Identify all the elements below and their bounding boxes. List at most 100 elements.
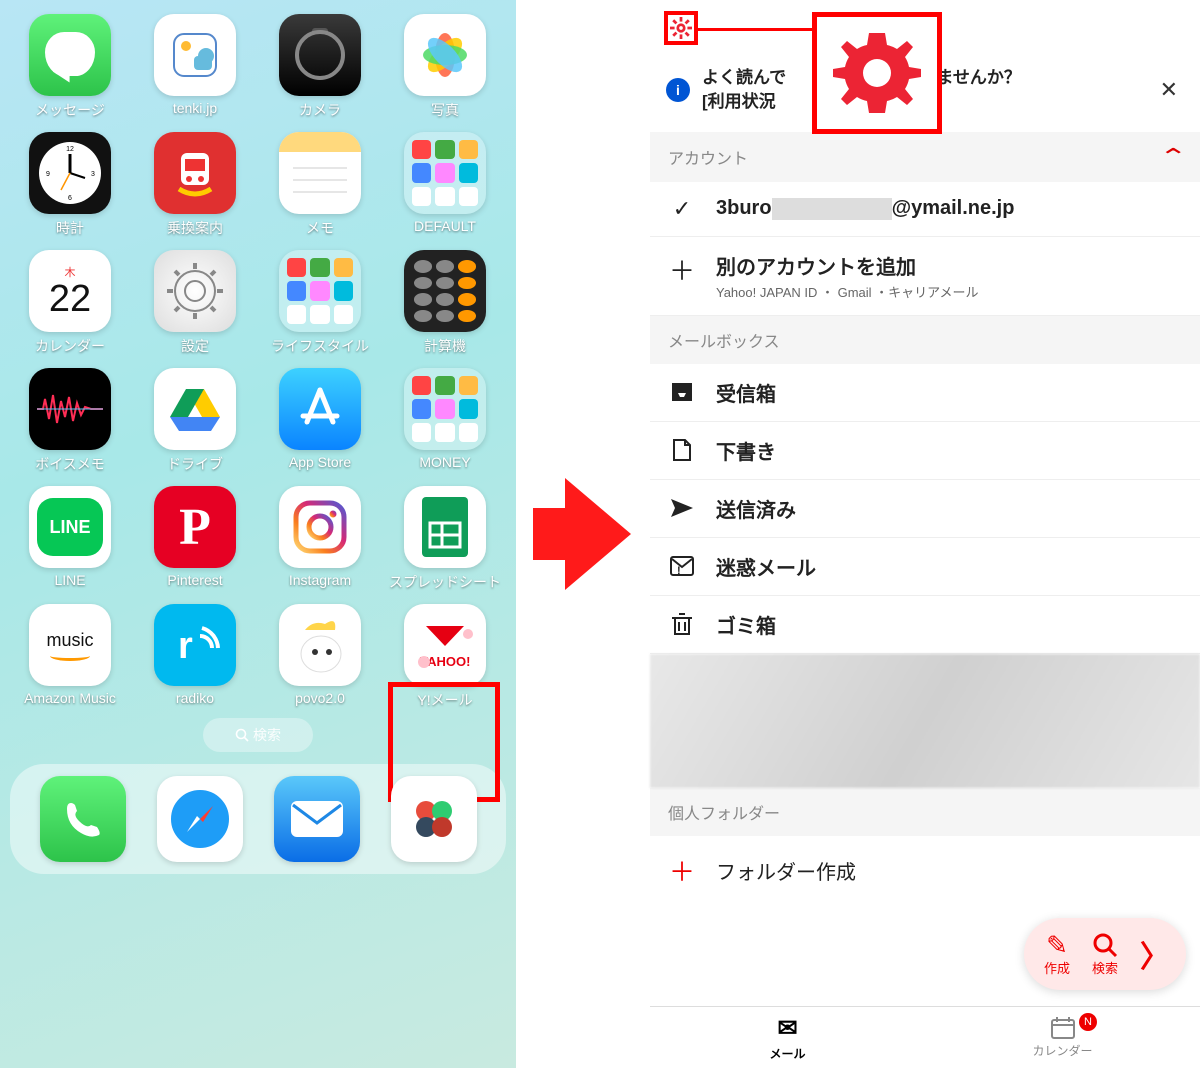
tab-calendar[interactable]: カレンダー N (925, 1007, 1200, 1068)
app-grid: メッセージ tenki.jp カメラ 写真 12369時計 乗換案内 メモ DE… (0, 10, 516, 710)
drafts-row[interactable]: 下書き (650, 422, 1200, 480)
svg-text:!: ! (677, 565, 681, 576)
app-label: Instagram (289, 572, 351, 588)
fab-chevron[interactable]: 〉 (1140, 932, 1170, 976)
app-label: radiko (176, 690, 214, 706)
sent-row[interactable]: 送信済み (650, 480, 1200, 538)
app-povo[interactable]: povo2.0 (258, 604, 382, 710)
search-label: 検索 (253, 725, 281, 745)
line-logo-text: LINE (37, 498, 103, 556)
app-camera[interactable]: カメラ (258, 14, 382, 120)
chevron-up-icon: ⌃ (1158, 144, 1188, 170)
instagram-icon (279, 486, 361, 568)
radiko-icon: r (154, 604, 236, 686)
amazon-music-icon: music (29, 604, 111, 686)
notification-badge: N (1079, 1013, 1097, 1031)
app-sheets[interactable]: スプレッドシート (383, 486, 507, 592)
pinterest-icon: P (154, 486, 236, 568)
redacted-box (772, 198, 892, 220)
app-label: カレンダー (35, 336, 105, 356)
add-account-row[interactable]: ＋ 別のアカウントを追加 Yahoo! JAPAN ID ・ Gmail ・キャ… (650, 237, 1200, 316)
train-icon (154, 132, 236, 214)
appstore-icon (279, 368, 361, 450)
tab-mail[interactable]: ✉ メール (650, 1007, 925, 1068)
phone-icon (59, 795, 107, 843)
app-label: tenki.jp (173, 100, 217, 116)
arrow-right-icon (565, 478, 631, 590)
trash-row[interactable]: ゴミ箱 (650, 596, 1200, 654)
app-appstore[interactable]: App Store (258, 368, 382, 474)
floating-action-bar: ✎ 作成 検索 〉 (1024, 918, 1186, 990)
app-calculator[interactable]: 計算機 (383, 250, 507, 356)
line-icon: LINE (29, 486, 111, 568)
dock-mail[interactable] (274, 776, 360, 862)
section-title: アカウント (668, 145, 748, 169)
calendar-day: 22 (49, 280, 91, 318)
home-search[interactable]: 検索 (203, 718, 313, 752)
app-amazon-music[interactable]: musicAmazon Music (8, 604, 132, 710)
app-radiko[interactable]: r radiko (133, 604, 257, 710)
app-money-folder[interactable]: MONEY (383, 368, 507, 474)
settings-button[interactable] (664, 11, 698, 45)
music-label: music (46, 630, 93, 651)
app-label: ボイスメモ (35, 454, 105, 474)
app-line[interactable]: LINE LINE (8, 486, 132, 592)
dock-phone[interactable] (40, 776, 126, 862)
petals-icon (408, 793, 460, 845)
plus-icon: ＋ (668, 251, 696, 288)
dock-app4[interactable] (391, 776, 477, 862)
mail-icon (289, 799, 345, 839)
ymail-icon: YAHOO! (404, 604, 486, 686)
svg-text:r: r (178, 625, 193, 667)
fab-search-label: 検索 (1092, 958, 1118, 977)
app-instagram[interactable]: Instagram (258, 486, 382, 592)
safari-icon (165, 784, 235, 854)
app-label: 計算機 (424, 336, 466, 356)
app-clock[interactable]: 12369時計 (8, 132, 132, 238)
bottom-tab-bar: ✉ メール カレンダー N (650, 1006, 1200, 1068)
dock-safari[interactable] (157, 776, 243, 862)
account-email: 3buro@ymail.ne.jp (716, 197, 1014, 220)
app-memo[interactable]: メモ (258, 132, 382, 238)
create-folder-label: フォルダー作成 (716, 856, 856, 885)
camera-icon (279, 14, 361, 96)
app-label: LINE (54, 572, 85, 588)
app-norikae[interactable]: 乗換案内 (133, 132, 257, 238)
app-label: メモ (306, 218, 334, 238)
send-icon (668, 497, 696, 519)
app-label: スプレッドシート (389, 572, 501, 592)
inbox-row[interactable]: 受信箱 (650, 364, 1200, 422)
svg-text:9: 9 (46, 171, 50, 178)
app-pinterest[interactable]: PPinterest (133, 486, 257, 592)
app-label: App Store (289, 454, 351, 470)
tab-mail-label: メール (769, 1045, 805, 1062)
app-calendar[interactable]: 木22カレンダー (8, 250, 132, 356)
account-row[interactable]: ✓ 3buro@ymail.ne.jp (650, 182, 1200, 237)
mailbox-section-header: メールボックス (650, 316, 1200, 364)
create-folder-row[interactable]: ＋ フォルダー作成 (650, 836, 1200, 905)
app-messages[interactable]: メッセージ (8, 14, 132, 120)
spam-row[interactable]: ! 迷惑メール (650, 538, 1200, 596)
file-icon (668, 438, 696, 462)
pencil-icon: ✎ (1046, 932, 1068, 958)
app-voice-memo[interactable]: ボイスメモ (8, 368, 132, 474)
svg-text:12: 12 (66, 146, 74, 153)
fab-compose[interactable]: ✎ 作成 (1044, 932, 1070, 977)
fab-search[interactable]: 検索 (1092, 932, 1118, 977)
account-section-header[interactable]: アカウント ⌃ (650, 132, 1200, 182)
close-banner-button[interactable]: ✕ (1160, 77, 1178, 103)
svg-text:3: 3 (91, 171, 95, 178)
folder-icon (404, 132, 486, 214)
clock-icon: 12369 (29, 132, 111, 214)
app-default-folder[interactable]: DEFAULT (383, 132, 507, 238)
app-settings[interactable]: 設定 (133, 250, 257, 356)
app-drive[interactable]: ドライブ (133, 368, 257, 474)
notes-icon (279, 132, 361, 214)
app-label: メッセージ (35, 100, 105, 120)
tab-calendar-label: カレンダー (1032, 1042, 1092, 1059)
trash-icon (668, 612, 696, 636)
app-lifestyle-folder[interactable]: ライフスタイル (258, 250, 382, 356)
app-tenki[interactable]: tenki.jp (133, 14, 257, 120)
app-photos[interactable]: 写真 (383, 14, 507, 120)
flow-arrow (516, 0, 650, 1068)
